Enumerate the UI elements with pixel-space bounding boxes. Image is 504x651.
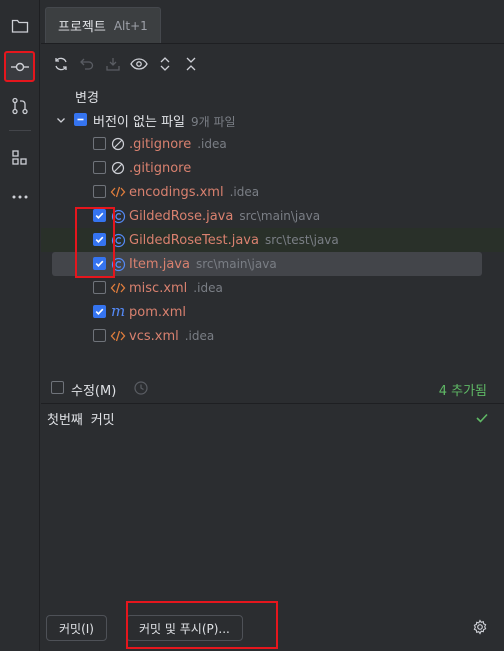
file-row[interactable]: encodings.xml .idea (41, 180, 504, 204)
collapse-all-button[interactable] (179, 52, 203, 76)
more-tool-windows-button[interactable] (5, 182, 34, 211)
folder-icon (11, 19, 28, 33)
file-checkbox[interactable] (93, 209, 106, 222)
file-name: vcs.xml .idea (129, 328, 215, 344)
file-checkbox[interactable] (93, 137, 106, 150)
commit-tool-button[interactable] (4, 51, 35, 82)
ignore-icon (110, 136, 126, 152)
svg-text:m: m (111, 303, 125, 319)
file-checkbox[interactable] (93, 185, 106, 198)
gear-icon[interactable] (472, 619, 488, 635)
unversioned-group-label: 버전이 없는 파일 9개 파일 (93, 114, 236, 130)
maven-icon: m (110, 303, 126, 319)
shelve-button[interactable] (101, 52, 125, 76)
rollback-button[interactable] (75, 52, 99, 76)
java-class-icon (110, 232, 126, 248)
added-count: 4 추가됨 (438, 384, 487, 399)
file-checkbox[interactable] (93, 329, 106, 342)
file-row-selected[interactable]: Item.java src\main\java (52, 252, 482, 276)
file-row[interactable]: GildedRose.java src\main\java (41, 204, 504, 228)
commit-actions: 커밋(I) 커밋 및 푸시(P)... (41, 601, 504, 651)
changes-root-row[interactable]: 변경 (41, 84, 504, 108)
tab-project-shortcut: Alt+1 (113, 18, 148, 33)
expand-all-button[interactable] (153, 52, 177, 76)
commit-message-text: 첫번째 커밋 (47, 413, 115, 428)
file-row[interactable]: m pom.xml (41, 300, 504, 324)
file-name: pom.xml (129, 304, 186, 320)
commit-toolbar (49, 50, 203, 78)
unversioned-group-row[interactable]: 버전이 없는 파일 9개 파일 (41, 108, 504, 132)
file-name: misc.xml .idea (129, 280, 223, 296)
commit-and-push-button[interactable]: 커밋 및 푸시(P)... (126, 615, 243, 641)
file-checkbox[interactable] (93, 233, 106, 246)
structure-icon (11, 149, 27, 165)
amend-checkbox[interactable] (51, 381, 64, 394)
stripe-divider (9, 130, 31, 131)
file-name: encodings.xml .idea (129, 184, 260, 200)
refresh-icon (55, 57, 67, 71)
ignore-icon (110, 160, 126, 176)
file-checkbox[interactable] (93, 161, 106, 174)
java-class-icon (110, 256, 126, 272)
commit-panel: 프로젝트 Alt+1 변경 버전이 없는 파일 9개 파일 .gitignore… (41, 0, 504, 651)
collapse-all-icon (186, 57, 196, 71)
file-row[interactable]: misc.xml .idea (41, 276, 504, 300)
file-row[interactable]: vcs.xml .idea (41, 324, 504, 348)
xml-icon (110, 280, 126, 296)
tool-window-stripe (0, 0, 40, 651)
tool-window-header: 프로젝트 Alt+1 (41, 0, 504, 44)
commit-button[interactable]: 커밋(I) (46, 615, 107, 641)
check-icon (476, 413, 488, 423)
tab-project[interactable]: 프로젝트 Alt+1 (45, 7, 161, 43)
file-name: Item.java src\main\java (129, 256, 277, 272)
file-checkbox[interactable] (93, 257, 106, 270)
file-checkbox[interactable] (93, 305, 106, 318)
refresh-button[interactable] (49, 52, 73, 76)
file-checkbox[interactable] (93, 281, 106, 294)
file-name: .gitignore .idea (129, 136, 227, 152)
chevron-down-icon[interactable] (55, 114, 67, 126)
file-row[interactable]: .gitignore .idea (41, 132, 504, 156)
pull-requests-tool-button[interactable] (5, 91, 34, 120)
rollback-icon (80, 58, 94, 70)
unversioned-group-checkbox[interactable] (74, 113, 87, 126)
commit-icon (10, 62, 29, 71)
xml-icon (110, 184, 126, 200)
file-row[interactable]: .gitignore (41, 156, 504, 180)
amend-label: 수정(M) (71, 384, 117, 399)
file-row[interactable]: GildedRoseTest.java src\test\java (41, 228, 504, 252)
xml-icon (110, 328, 126, 344)
shelve-icon (106, 58, 120, 71)
commit-message-area[interactable]: 첫번째 커밋 (41, 405, 504, 603)
structure-tool-button[interactable] (5, 143, 34, 172)
more-icon (12, 195, 27, 198)
file-name: .gitignore (129, 160, 192, 176)
expand-all-icon (160, 57, 170, 71)
view-options-button[interactable] (127, 52, 151, 76)
java-class-icon (110, 208, 126, 224)
changes-root-label: 변경 (75, 90, 99, 106)
file-name: GildedRose.java src\main\java (129, 208, 321, 224)
amend-bar: 수정(M) 4 추가됨 (41, 372, 504, 404)
file-name: GildedRoseTest.java src\test\java (129, 232, 339, 248)
clock-icon[interactable] (133, 380, 149, 396)
view-options-icon (130, 58, 148, 70)
pull-requests-icon (11, 97, 28, 114)
project-tool-button[interactable] (5, 11, 34, 40)
tab-project-label: 프로젝트 (58, 20, 106, 35)
